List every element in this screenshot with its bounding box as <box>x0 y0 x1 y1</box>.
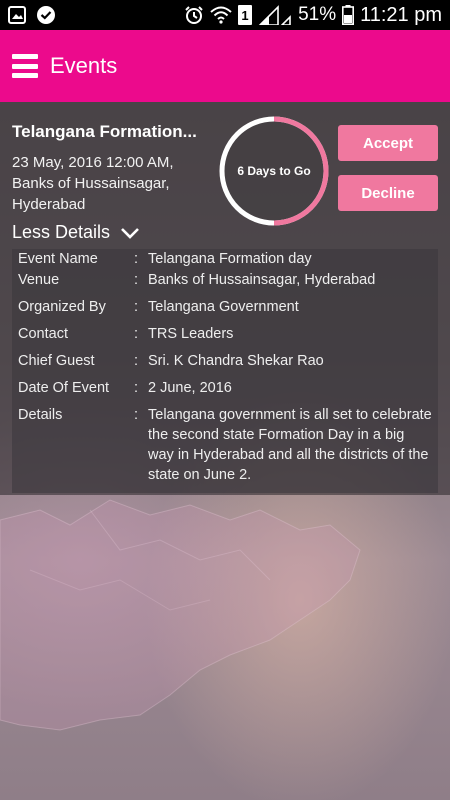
detail-row-date-of-event: Date Of Event : 2 June, 2016 <box>18 378 433 398</box>
detail-value: TRS Leaders <box>148 326 234 342</box>
detail-value: 2 June, 2016 <box>148 380 232 396</box>
sim-1-icon: 1 <box>238 5 253 25</box>
detail-row-event-name: Event Name : Telangana Formation day <box>18 249 433 269</box>
detail-label: Chief Guest <box>18 353 95 369</box>
detail-row-chief-guest: Chief Guest : Sri. K Chandra Shekar Rao <box>18 351 433 371</box>
detail-label: Contact <box>18 326 68 342</box>
detail-label: Details <box>18 407 63 423</box>
background-map-image <box>0 499 361 731</box>
detail-label: Organized By <box>18 299 106 315</box>
less-details-toggle[interactable]: Less Details <box>12 222 140 243</box>
menu-icon[interactable] <box>12 54 38 78</box>
decline-button[interactable]: Decline <box>338 175 438 211</box>
detail-label: Date Of Event <box>18 380 110 396</box>
accept-button[interactable]: Accept <box>338 125 438 161</box>
detail-row-organized-by: Organized By : Telangana Government <box>18 297 433 317</box>
check-badge-icon <box>36 5 56 25</box>
battery-percent: 51% <box>298 4 337 25</box>
status-bar: 1 51% 11:21 pm <box>0 0 450 30</box>
detail-separator: : <box>134 299 139 315</box>
detail-separator: : <box>134 251 139 267</box>
detail-value: Telangana Government <box>148 299 299 315</box>
wifi-icon <box>210 6 232 24</box>
event-card: Telangana Formation... 23 May, 2016 12:0… <box>0 102 450 495</box>
event-title: Telangana Formation... <box>12 122 197 141</box>
detail-value: Telangana Formation day <box>148 251 312 267</box>
detail-separator: : <box>134 353 139 369</box>
detail-separator: : <box>134 407 139 423</box>
signal-icon <box>258 5 292 25</box>
chevron-down-icon <box>121 227 139 239</box>
event-datetime: 23 May, 2016 12:00 AM, <box>12 154 174 171</box>
event-location-line2: Hyderabad <box>12 196 86 213</box>
less-details-label: Less Details <box>12 222 111 242</box>
detail-value: Telangana government is all set to celeb… <box>148 407 432 483</box>
detail-label: Event Name <box>18 251 98 267</box>
event-meta: 23 May, 2016 12:00 AM, Banks of Hussains… <box>12 152 212 215</box>
detail-value: Sri. K Chandra Shekar Rao <box>148 353 324 369</box>
alarm-icon <box>184 5 204 25</box>
battery-icon <box>342 5 355 25</box>
clock-time: 11:21 pm <box>360 3 442 26</box>
countdown-label: 6 Days to Go <box>237 164 311 178</box>
details-panel: Event Name : Telangana Formation day Ven… <box>12 249 438 493</box>
page-title: Events <box>50 53 118 78</box>
svg-text:1: 1 <box>241 8 248 23</box>
detail-separator: : <box>134 380 139 396</box>
app-bar: Events <box>0 30 450 102</box>
detail-separator: : <box>134 272 139 288</box>
detail-label: Venue <box>18 272 60 288</box>
detail-row-venue: Venue : Banks of Hussainsagar, Hyderabad <box>18 270 433 290</box>
detail-row-contact: Contact : TRS Leaders <box>18 324 433 344</box>
detail-separator: : <box>134 326 139 342</box>
image-icon <box>8 6 26 24</box>
detail-value: Banks of Hussainsagar, Hyderabad <box>148 272 376 288</box>
event-location-line1: Banks of Hussainsagar, <box>12 175 170 192</box>
detail-row-details: Details : Telangana government is all se… <box>18 405 433 485</box>
